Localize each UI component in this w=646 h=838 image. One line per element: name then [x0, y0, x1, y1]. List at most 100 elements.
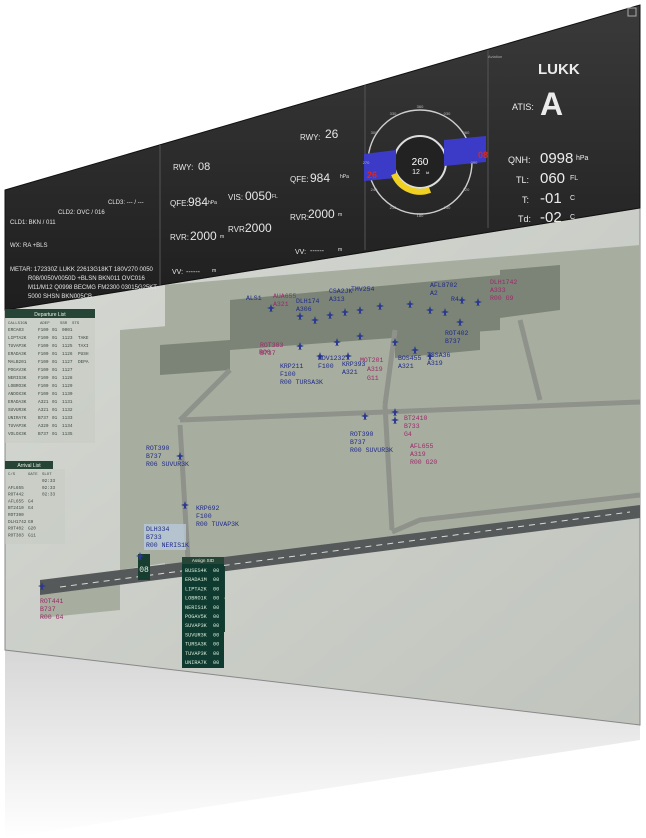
aircraft-tag-label[interactable]: A321 [273, 301, 289, 308]
arrival-row[interactable]: ROT383 G11 [8, 533, 36, 538]
arrival-row[interactable]: ROT402 G20 [8, 527, 36, 532]
aircraft-tag-label[interactable]: DLH334 [146, 526, 170, 533]
departure-row[interactable]: POGAV3K F100 01 1127 [8, 368, 73, 373]
sid-option[interactable]: BUSES4K 00 [185, 568, 219, 574]
svg-text:120: 120 [463, 187, 470, 192]
aircraft-tag-label[interactable]: AFL8702 [430, 282, 457, 289]
arrival-row[interactable]: DLH1742 G9 [8, 520, 34, 525]
aircraft-tag-label[interactable]: A313 [329, 296, 345, 303]
arrival-row[interactable]: ROT390 [8, 513, 24, 518]
aircraft-tag-label[interactable]: B737 [445, 338, 461, 345]
aircraft-tag-label[interactable]: B733 [404, 423, 420, 430]
aircraft-tag-label[interactable]: R00 G4 [40, 614, 64, 621]
departure-cell: PUSH [78, 352, 89, 357]
departure-row[interactable]: NERIS3K F100 01 1128 [8, 376, 73, 381]
aircraft-tag-label[interactable]: CSA2JK [329, 288, 353, 295]
arrival-list-panel[interactable]: Arrival List C/S GATE SLOT 02:33 AFL655 02:3… [5, 461, 65, 544]
sid-option[interactable]: TURSA3K 00 [185, 642, 219, 648]
aircraft-tag-label[interactable]: R00 TURSA3K [280, 379, 323, 386]
aircraft-tag-label[interactable]: R06 SUVUR3K [146, 461, 189, 468]
rwy26-rvr-unit: m [338, 212, 342, 218]
aircraft-tag-label[interactable]: DLH1742 [490, 279, 517, 286]
svg-text:210: 210 [390, 205, 397, 210]
sid-option[interactable]: UNIRA7K 00 [185, 660, 219, 666]
assign-sid-panel[interactable]: Assign SID BUSES4K 00ERADA1M 00LIPTA2K 00LO… [182, 557, 224, 668]
sid-option[interactable]: POGAV5K 00 [185, 614, 219, 620]
sid-option[interactable]: TUVAP3K 00 [185, 651, 219, 657]
departure-cell: TUVAP3K [8, 344, 27, 349]
aircraft-tag-label[interactable]: B737 [146, 453, 162, 460]
departure-row[interactable]: VOLOX3K B737 01 1135 [8, 432, 73, 437]
sid-option[interactable]: LIPTA2K 00 [185, 586, 219, 592]
departure-row[interactable]: TUVAP3K A320 01 1134 [8, 424, 73, 429]
departure-row[interactable]: SUVUR3K A321 01 1132 [8, 408, 73, 413]
departure-list-panel[interactable]: Departure List CALLSIGN ADEP SSR STS ERCA03… [5, 309, 95, 443]
sid-option[interactable]: NERIS1K 00 [185, 605, 219, 611]
aircraft-tag-label[interactable]: A321 [398, 363, 414, 370]
departure-cell: 01 [52, 344, 58, 349]
sid-option[interactable]: SUVUR3K 00 [185, 632, 219, 638]
aircraft-tag-label[interactable]: TMV254 [351, 286, 375, 293]
aircraft-tag-label[interactable]: F100 [196, 513, 212, 520]
aircraft-tag-label[interactable]: A319 [410, 451, 426, 458]
aircraft-tag-label[interactable]: TSSA36 [427, 352, 451, 359]
aircraft-tag-label[interactable]: DLH174 [296, 298, 320, 305]
departure-row[interactable]: UNIRA7K B737 01 1133 [8, 416, 73, 421]
aircraft-tag-label[interactable]: B733 [146, 534, 162, 541]
aircraft-tag-label[interactable]: G4 [404, 431, 412, 438]
aircraft-tag-label[interactable]: A319 [427, 360, 443, 367]
qnh-unit: hPa [576, 155, 589, 162]
departure-cell: 0001 [62, 328, 73, 333]
aircraft-tag-label[interactable]: ROT383 [260, 342, 284, 349]
aircraft-tag-label[interactable]: KRP211 [280, 363, 304, 370]
aircraft-tag-label[interactable]: BT2410 [404, 415, 428, 422]
aircraft-tag-label[interactable]: B737 [40, 606, 56, 613]
aircraft-tag-label[interactable]: R00 TUVAP3K [196, 521, 239, 528]
aircraft-tag-label[interactable]: ROT402 [445, 330, 469, 337]
aircraft-tag-label[interactable]: A333 [490, 287, 506, 294]
aircraft-tag-label[interactable]: B737 [260, 350, 276, 357]
arrival-column-header: GATE [28, 473, 38, 477]
sid-name: TURSA3K [185, 642, 208, 648]
aircraft-tag-label[interactable]: MOT201 [360, 357, 384, 364]
sid-value: 00 [213, 632, 219, 638]
arrival-row[interactable]: BT2410 G4 [8, 506, 34, 511]
aircraft-tag-label[interactable]: G11 [367, 375, 379, 382]
aircraft-tag-label[interactable]: A2 [430, 290, 438, 297]
aircraft-tag-label[interactable]: ROT390 [146, 445, 170, 452]
aircraft-tag-label[interactable]: R00 G20 [410, 459, 437, 466]
aircraft-tag-label[interactable]: A306 [296, 306, 312, 313]
rwy26-label: RWY: [300, 133, 320, 142]
aircraft-tag-label[interactable]: R4 [451, 296, 459, 303]
departure-cell: 01 [52, 368, 58, 373]
aircraft-tag-label[interactable]: F100 [280, 371, 296, 378]
departure-cell: 1131 [62, 400, 73, 405]
departure-row[interactable]: ERCA03 F100 01 0001 [8, 328, 73, 333]
aircraft-tag-label[interactable]: A319 [367, 366, 383, 373]
aircraft-tag-label[interactable]: R00 SUVUR3K [350, 447, 393, 454]
aircraft-tag-label[interactable]: F100 [318, 363, 334, 370]
aircraft-tag-label[interactable]: BOS455 [398, 355, 422, 362]
aircraft-tag-label[interactable]: R00 G9 [490, 295, 514, 302]
sid-option[interactable]: SUVAP3K 00 [185, 623, 219, 629]
departure-cell: 1123 [62, 336, 73, 341]
arrival-row[interactable]: 02:33 [42, 479, 56, 484]
tl-value: 060 [540, 170, 565, 187]
aircraft-tag-label[interactable]: KRP692 [196, 505, 220, 512]
sid-option[interactable]: LOBRO1K 00 [185, 596, 219, 602]
arrival-row[interactable]: AFL655 G4 [8, 499, 34, 504]
aircraft-tag-label[interactable]: ALS1 [246, 295, 262, 302]
aircraft-tag-label[interactable]: AUA655 [273, 293, 297, 300]
aircraft-tag-label[interactable]: ROT390 [350, 431, 374, 438]
departure-row[interactable]: ANDOX3K F100 01 1130 [8, 392, 73, 397]
aircraft-tag-label[interactable]: B737 [350, 439, 366, 446]
sid-option[interactable]: ERADA1M 00 [185, 577, 219, 583]
aircraft-tag-label[interactable]: ROT441 [40, 598, 64, 605]
aircraft-tag-label[interactable]: R00 NERIS1K [146, 542, 189, 549]
aircraft-tag-label[interactable]: A321 [342, 369, 358, 376]
arrival-list-title: Arrival List [17, 463, 41, 469]
departure-row[interactable]: LOBRO3K F100 01 1129 [8, 384, 73, 389]
tl-unit: FL [570, 175, 578, 182]
aircraft-tag-label[interactable]: AFL655 [410, 443, 434, 450]
departure-row[interactable]: ERADA3K A321 01 1131 [8, 400, 73, 405]
